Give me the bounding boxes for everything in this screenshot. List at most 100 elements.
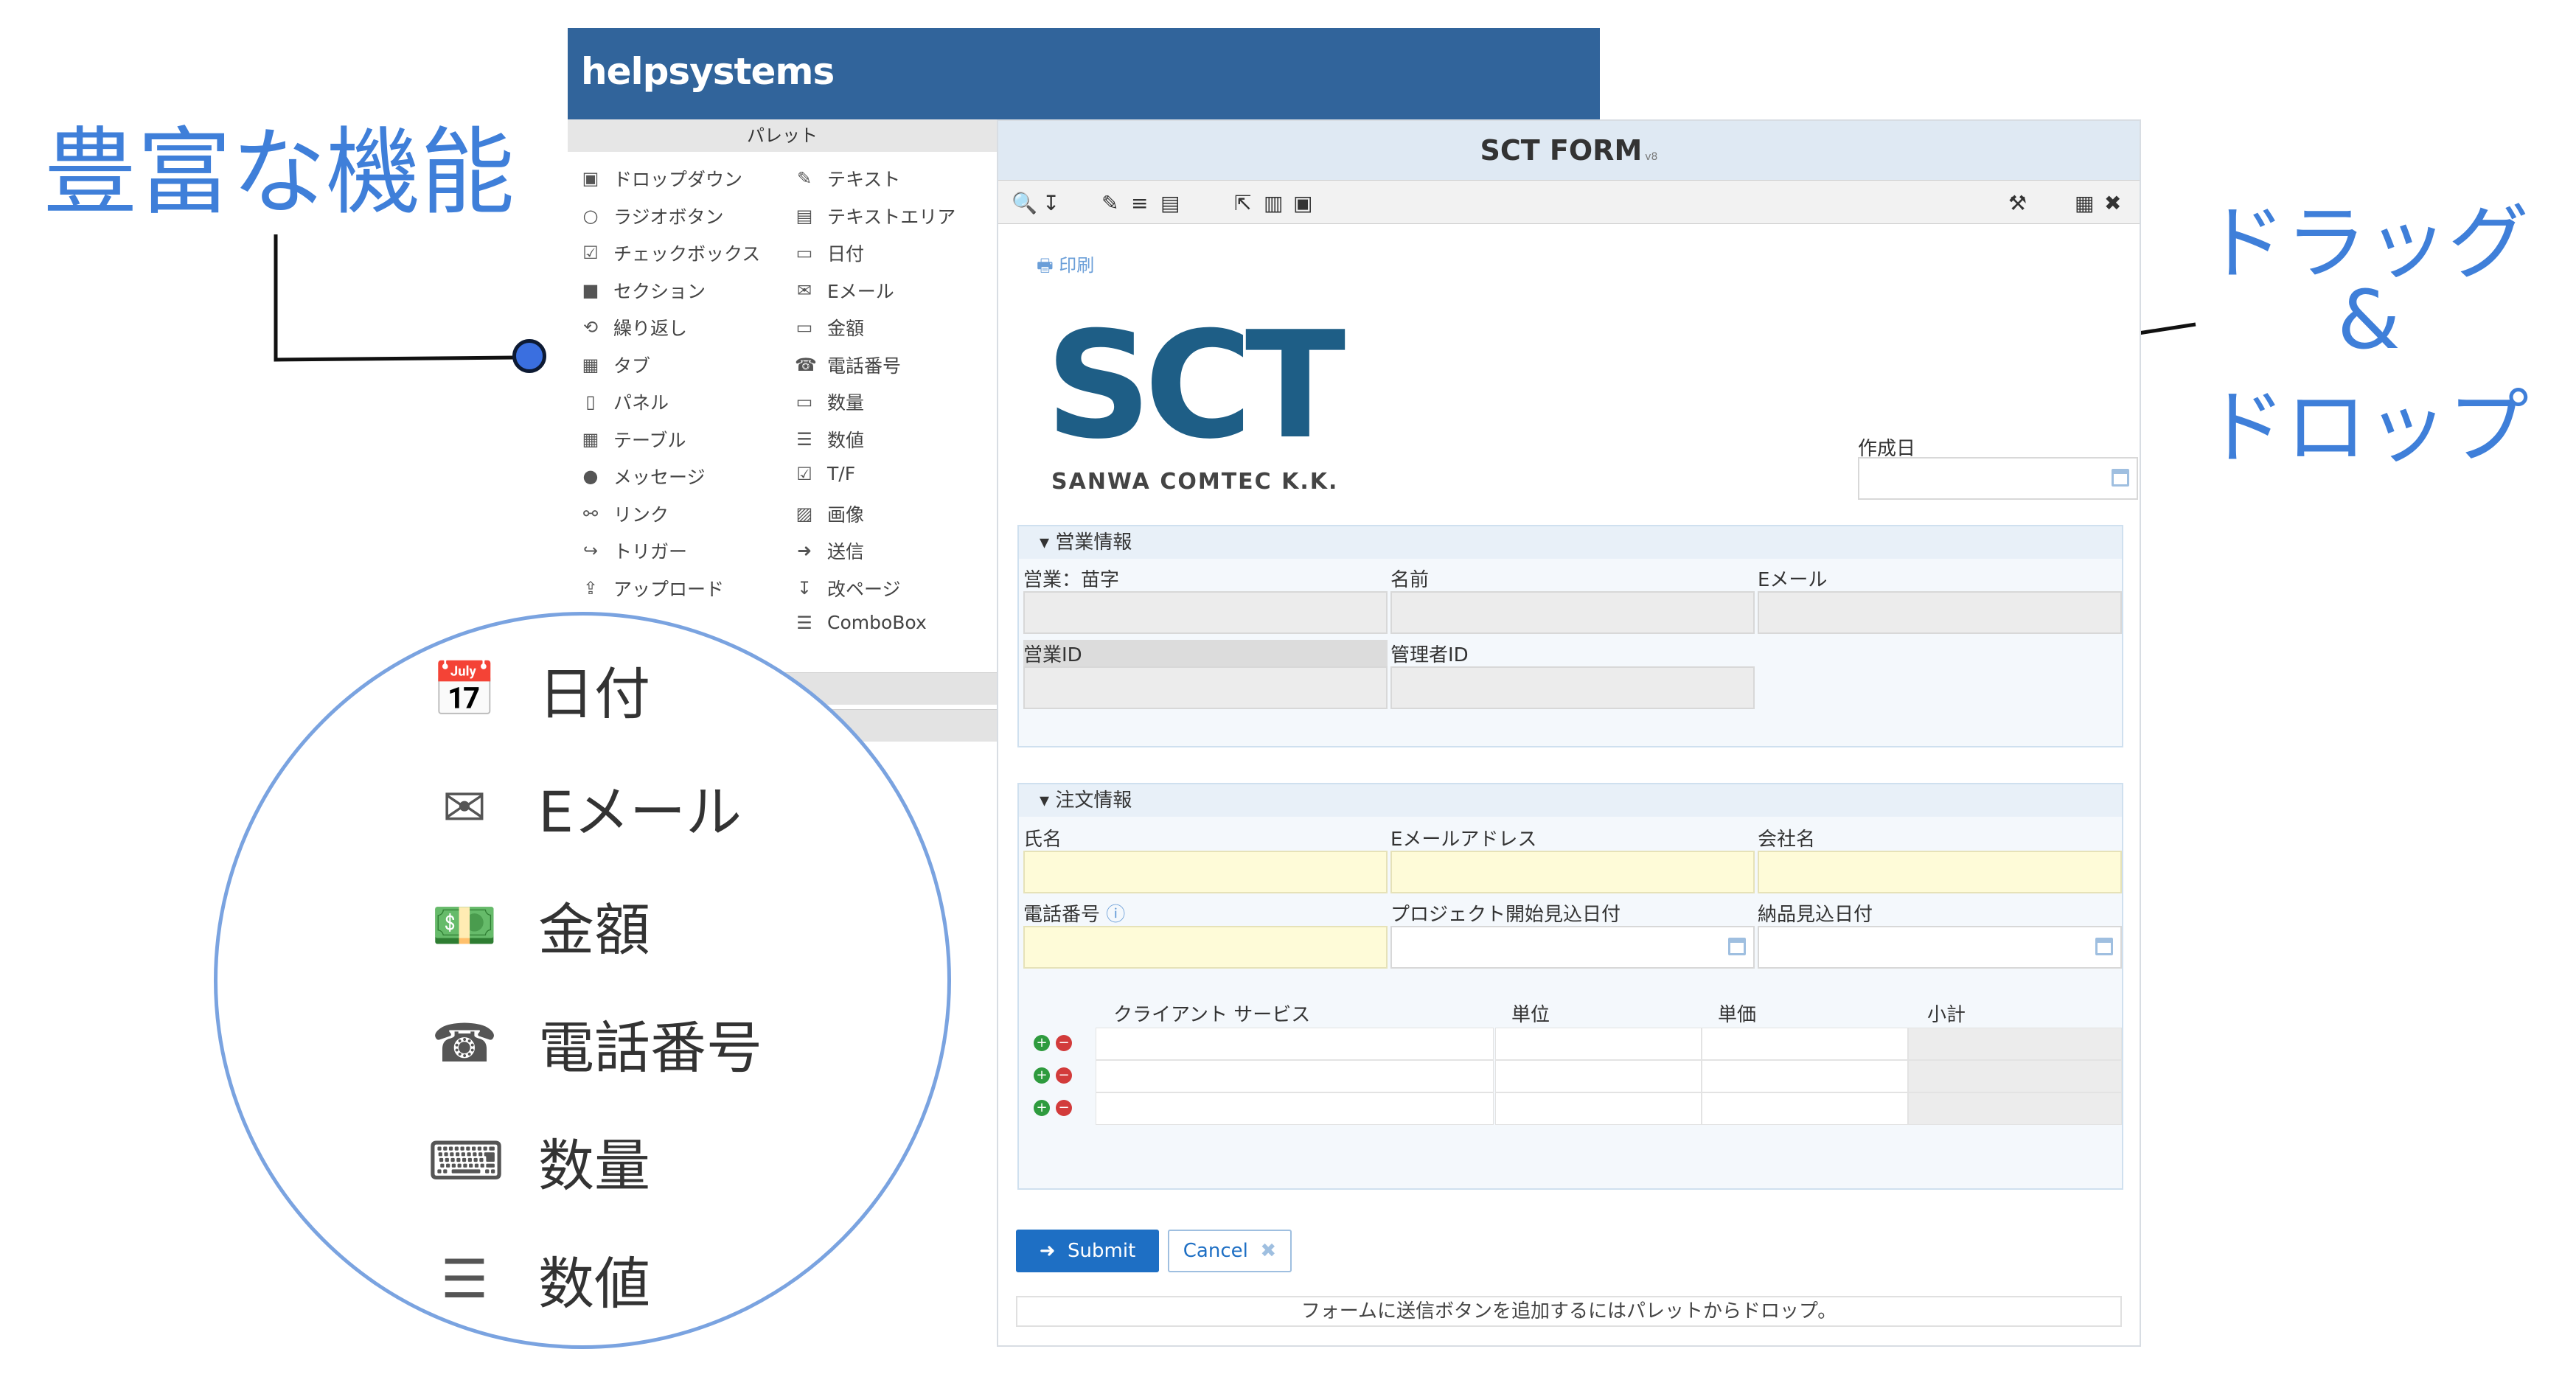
palette-item-label: セクション [613, 280, 706, 302]
palette-item[interactable]: ▣ ドロップダウン [581, 165, 742, 192]
palette-item[interactable]: ⇪ アップロード [581, 575, 724, 602]
zoom-item: ✉ Eメール [428, 767, 742, 848]
page-break-icon: ↧ [796, 577, 812, 599]
palette-item[interactable]: ☰ ComboBox [795, 612, 927, 633]
table-cell[interactable] [1495, 1092, 1702, 1125]
palette-item[interactable]: ☑ T/F [795, 463, 855, 484]
palette-item[interactable]: ⚯ リンク [581, 501, 669, 527]
footer-hint: フォームに送信ボタンを追加するにはパレットからドロップ。 [1016, 1296, 2122, 1327]
palette-item[interactable]: ↪ トリガー [581, 537, 687, 564]
table-cell[interactable] [1495, 1028, 1702, 1060]
brand-header: helpsystems [568, 28, 1600, 119]
sct-logo: SCT [1045, 300, 1346, 472]
add-row-icon[interactable]: + [1034, 1100, 1050, 1116]
sales-email-field[interactable] [1758, 591, 2122, 634]
table-cell[interactable] [1096, 1092, 1494, 1125]
phone-field[interactable] [1023, 926, 1388, 969]
info-icon[interactable]: ⓘ [1106, 904, 1125, 926]
search-icon[interactable]: 🔍 [1012, 191, 1037, 215]
table-cell[interactable] [1495, 1060, 1702, 1092]
project-start-field[interactable] [1390, 926, 1755, 969]
cancel-button[interactable]: Cancel ✖ [1168, 1230, 1292, 1272]
palette-item[interactable]: ✎ テキスト [795, 165, 900, 192]
keyboard-icon: ▭ [796, 391, 813, 412]
palette-item[interactable]: ➜ 送信 [795, 537, 864, 564]
palette-item[interactable]: ■ セクション [581, 277, 706, 304]
palette-item-label: メッセージ [613, 467, 706, 488]
company-label: 会社名 [1758, 829, 1816, 851]
table-cell[interactable] [1908, 1028, 2122, 1060]
palette-item[interactable]: ▦ テーブル [581, 426, 686, 453]
remove-row-icon[interactable]: − [1056, 1035, 1072, 1051]
panel-icon: ▯ [585, 391, 596, 412]
palette-item[interactable]: ● メッセージ [581, 463, 706, 489]
print-link[interactable]: 🖶 印刷 [1037, 251, 1094, 283]
book-icon[interactable]: ▥ [1264, 191, 1283, 215]
remove-row-icon[interactable]: − [1056, 1100, 1072, 1116]
palette-item[interactable]: ☎ 電話番号 [795, 352, 901, 378]
created-date-field[interactable] [1858, 457, 2138, 500]
table-cell[interactable] [1096, 1028, 1494, 1060]
sales-section-header[interactable]: ▾ 営業情報 [1019, 526, 2122, 559]
sales-firstname-field[interactable] [1390, 591, 1755, 634]
name-label: 氏名 [1023, 829, 1062, 851]
remove-row-icon[interactable]: − [1056, 1067, 1072, 1084]
calendar-icon[interactable] [2112, 469, 2129, 487]
palette-item[interactable]: ▯ パネル [581, 388, 669, 415]
magic-wand-icon[interactable]: ⚒ [2008, 191, 2027, 215]
save-icon[interactable]: ▦ [2075, 191, 2094, 215]
arrow-down-icon[interactable]: ↧ [1042, 191, 1059, 215]
palette-item[interactable]: ▭ 数量 [795, 388, 864, 415]
form-title: SCT FORM v8 [998, 121, 2140, 180]
table-icon: ▦ [582, 428, 599, 450]
palette-item[interactable]: ✉ Eメール [795, 277, 894, 304]
file-icon[interactable]: ▤ [1160, 191, 1180, 215]
money-icon: ▭ [796, 317, 813, 338]
form-toolbar: 🔍 ↧ ✎ ≡ ▤ ⇱ ▥ ▣ ⚒ ▦ ✖ [998, 180, 2140, 224]
add-row-icon[interactable]: + [1034, 1035, 1050, 1051]
zoom-item: 📅 日付 [428, 649, 650, 730]
list-icon[interactable]: ≡ [1131, 191, 1148, 215]
sales-id-label: 営業ID [1023, 640, 1388, 667]
pencil-icon[interactable]: ✎ [1101, 191, 1118, 215]
table-cell[interactable] [1908, 1060, 2122, 1092]
palette-item[interactable]: ▦ タブ [581, 352, 650, 378]
email-address-field[interactable] [1390, 851, 1755, 893]
name-field[interactable] [1023, 851, 1388, 893]
palette-item[interactable]: ☑ チェックボックス [581, 240, 760, 266]
table-cell[interactable] [1702, 1092, 1908, 1125]
table-header-subtotal: 小計 [1927, 1004, 1966, 1026]
table-header-client-service: クライアント サービス [1113, 1004, 1311, 1026]
table-cell[interactable] [1908, 1092, 2122, 1125]
lock-icon[interactable]: ▣ [1293, 191, 1312, 215]
chat-icon: ● [582, 466, 599, 487]
order-section-header[interactable]: ▾ 注文情報 [1019, 784, 2122, 817]
calendar-icon[interactable] [2095, 938, 2113, 955]
palette-item[interactable]: ○ ラジオボタン [581, 203, 724, 229]
external-link-icon[interactable]: ⇱ [1234, 191, 1251, 215]
delivery-date-field[interactable] [1758, 926, 2122, 969]
palette-item[interactable]: ▨ 画像 [795, 501, 864, 527]
table-cell[interactable] [1096, 1060, 1494, 1092]
palette-item[interactable]: ⟲ 繰り返し [581, 314, 687, 341]
palette-item-label: テキスト [827, 169, 901, 190]
close-icon[interactable]: ✖ [2104, 191, 2121, 215]
submit-button[interactable]: ➜ Submit [1016, 1230, 1159, 1272]
company-field[interactable] [1758, 851, 2122, 893]
palette-item[interactable]: ▭ 日付 [795, 240, 864, 266]
sales-id-field[interactable] [1023, 666, 1388, 709]
palette-item[interactable]: ▤ テキストエリア [795, 203, 956, 229]
sales-lastname-field[interactable] [1023, 591, 1388, 634]
list-numbered-icon: ☰ [796, 428, 812, 450]
table-cell[interactable] [1702, 1028, 1908, 1060]
zoom-item: 💵 金額 [428, 885, 650, 966]
add-row-icon[interactable]: + [1034, 1067, 1050, 1084]
calendar-icon[interactable] [1728, 938, 1746, 955]
dragdrop-callout-line3: ドロップ [2204, 380, 2529, 475]
manager-id-field[interactable] [1390, 666, 1755, 709]
palette-item-label: ComboBox [827, 612, 927, 633]
palette-item[interactable]: ☰ 数値 [795, 426, 864, 453]
palette-item[interactable]: ↧ 改ページ [795, 575, 901, 602]
table-cell[interactable] [1702, 1060, 1908, 1092]
palette-item[interactable]: ▭ 金額 [795, 314, 864, 341]
